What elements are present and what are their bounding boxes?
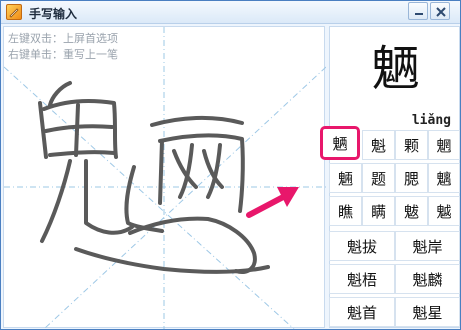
candidate-cell[interactable]: 腮 xyxy=(395,163,428,193)
pad-guide-lines xyxy=(4,27,326,329)
candidate-cell[interactable]: 瞧 xyxy=(329,196,362,226)
minimize-icon xyxy=(415,13,423,15)
candidate-word-cell[interactable]: 魁首 xyxy=(329,297,395,327)
candidate-cell[interactable]: 魁 xyxy=(362,130,395,160)
candidate-word-cell[interactable]: 魁星 xyxy=(395,297,460,327)
candidate-cell[interactable]: 魆 xyxy=(428,196,460,226)
candidate-cell[interactable]: 魎 xyxy=(329,163,362,193)
candidate-cell[interactable]: 魃 xyxy=(395,196,428,226)
preview-pinyin: liǎng xyxy=(411,113,451,128)
close-button[interactable] xyxy=(430,2,450,20)
candidate-word-cell[interactable]: 魁梧 xyxy=(329,264,395,294)
candidate-cell[interactable]: 题 xyxy=(362,163,395,193)
handwriting-window: 手写输入 左键双击：上屏首选项 右键单击：重写上一笔 魉 liǎng 魉 魁 颗… xyxy=(0,0,461,330)
pen-app-icon xyxy=(6,4,22,20)
handwriting-strokes xyxy=(4,27,326,329)
candidate-word-cell[interactable]: 魁岸 xyxy=(395,231,460,261)
window-title: 手写输入 xyxy=(29,7,78,21)
handwriting-pad[interactable]: 左键双击：上屏首选项 右键单击：重写上一笔 xyxy=(3,26,326,329)
candidate-cell[interactable]: 魑 xyxy=(428,163,460,193)
character-strokes xyxy=(38,81,270,274)
candidate-cell[interactable]: 颗 xyxy=(395,130,428,160)
close-icon xyxy=(436,7,446,17)
minimize-button[interactable] xyxy=(408,2,428,20)
candidate-word-cell[interactable]: 魁麟 xyxy=(395,264,460,294)
candidate-word-cell[interactable]: 魁拔 xyxy=(329,231,395,261)
candidate-panel: 魉 liǎng 魉 魁 颗 魍 魎 题 腮 魑 瞧 瞒 魃 魆 魁拔 魁岸 魁梧… xyxy=(320,26,460,328)
candidate-cell[interactable]: 魍 xyxy=(428,130,460,160)
candidate-cell[interactable]: 魉 xyxy=(320,126,360,160)
preview-character: 魉 xyxy=(371,41,420,97)
candidate-cell[interactable]: 瞒 xyxy=(362,196,395,226)
title-bar[interactable]: 手写输入 xyxy=(1,1,460,24)
